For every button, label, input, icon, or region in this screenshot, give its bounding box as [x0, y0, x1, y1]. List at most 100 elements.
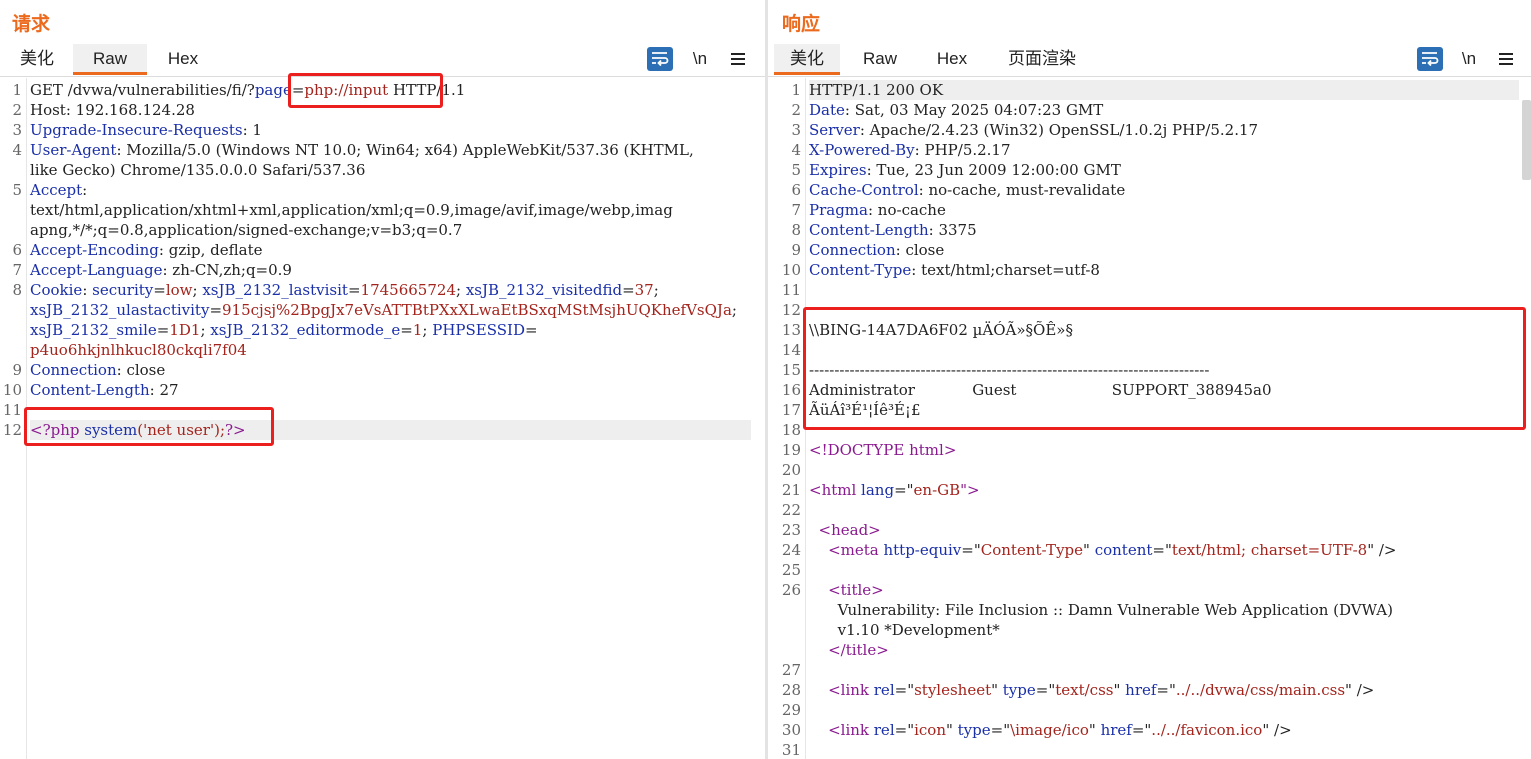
code-token: : 3375 [928, 221, 977, 239]
response-tab-raw[interactable]: Raw [848, 44, 912, 75]
code-token: Date [809, 101, 845, 119]
code-token: Server [809, 121, 860, 139]
code-token: \\BING-14A7DA6F02 µÄÓÃ»§ÕÊ»§ [809, 321, 1073, 339]
code-token: Accept [30, 181, 83, 199]
line-number: 4 [791, 141, 801, 159]
request-newline-toggle[interactable]: \n [688, 46, 712, 72]
code-token: Upgrade-Insecure-Requests [30, 121, 243, 139]
code-token: = [400, 321, 413, 339]
request-wrap-toggle[interactable] [647, 47, 673, 71]
code-line: X-Powered-By: PHP/5.2.17 [809, 140, 1519, 160]
code-token: Administrator Guest SUPPORT_388945a0 [809, 381, 1272, 399]
request-menu-icon[interactable] [729, 46, 747, 72]
code-token: Connection [30, 361, 117, 379]
code-token: 915cjsj%2BpgJx7eVsATTBtPXxXLwaEtBSxqMStM… [222, 301, 732, 319]
code-line: User-Agent: Mozilla/5.0 (Windows NT 10.0… [30, 140, 751, 160]
word-wrap-icon [652, 52, 669, 67]
code-token: Content-Type [980, 541, 1084, 559]
line-number: 22 [781, 501, 801, 519]
line-number: 12 [781, 301, 801, 319]
request-tab-hex[interactable]: Hex [152, 44, 214, 75]
code-line: Connection: close [809, 240, 1519, 260]
response-newline-toggle[interactable]: \n [1457, 46, 1481, 72]
code-token: " /> [1345, 681, 1375, 699]
code-token: =" [1131, 721, 1152, 739]
code-token: =" [894, 721, 915, 739]
code-token: =" [894, 481, 914, 499]
line-number: 23 [781, 521, 801, 539]
code-token: " /> [1262, 721, 1292, 739]
code-line: <html lang="en-GB"> [809, 480, 1519, 500]
response-tab-hex[interactable]: Hex [921, 44, 983, 75]
code-token: =" [1035, 681, 1056, 699]
response-tabbar: 美化 Raw Hex 页面渲染 \n [768, 44, 1531, 77]
code-token: " [991, 681, 1003, 699]
code-token: low [165, 281, 193, 299]
line-number: 7 [791, 201, 801, 219]
code-token: type [957, 721, 991, 739]
request-tabbar: 美化 Raw Hex \n [0, 44, 765, 77]
code-line: Date: Sat, 03 May 2025 04:07:23 GMT [809, 100, 1519, 120]
line-number: 1 [791, 81, 801, 99]
code-token: text/html,application/xhtml+xml,applicat… [30, 201, 673, 219]
code-line: v1.10 *Development* [809, 620, 1519, 640]
code-token: X-Powered-By [809, 141, 915, 159]
code-token: ; [200, 321, 211, 339]
response-tab-pretty[interactable]: 美化 [774, 44, 840, 75]
code-token: <link [809, 721, 874, 739]
code-token: = [153, 281, 166, 299]
code-token: = [156, 321, 170, 339]
code-token: \image/ico [1010, 721, 1089, 739]
code-line: Content-Length: 27 [30, 380, 751, 400]
response-scrollbar-thumb[interactable] [1522, 100, 1531, 180]
response-wrap-toggle[interactable] [1417, 47, 1443, 71]
code-token: <?php [30, 421, 85, 439]
response-menu-icon[interactable] [1497, 46, 1515, 72]
line-number: 7 [12, 261, 22, 279]
response-editor[interactable]: 1 HTTP/1.1 200 OK 2 Date: Sat, 03 May 2025 … [768, 78, 1531, 759]
code-line: Cache-Control: no-cache, must-revalidate [809, 180, 1519, 200]
response-tab-render[interactable]: 页面渲染 [994, 44, 1090, 75]
code-line: Pragma: no-cache [809, 200, 1519, 220]
code-line: Accept-Encoding: gzip, deflate [30, 240, 751, 260]
code-token: <!DOCTYPE html> [809, 441, 957, 459]
code-line: <title> [809, 580, 1519, 600]
code-token: href [1125, 681, 1157, 699]
request-tab-raw[interactable]: Raw [73, 44, 147, 75]
code-token: xsJB_2132_visitedfid [465, 281, 623, 299]
request-tab-pretty[interactable]: 美化 [6, 44, 68, 75]
code-token: = [524, 321, 538, 339]
code-token: : 27 [149, 381, 179, 399]
line-number: 31 [781, 741, 801, 759]
code-token: Vulnerability: File Inclusion :: Damn Vu… [809, 601, 1393, 619]
request-editor[interactable]: 1 GET /dvwa/vulnerabilities/fi/?page=php:… [0, 78, 765, 759]
code-token: " [1113, 681, 1126, 699]
code-line: Expires: Tue, 23 Jun 2009 12:00:00 GMT [809, 160, 1519, 180]
line-number: 9 [791, 241, 801, 259]
code-token: : [82, 181, 88, 199]
code-token: HTTP/1.1 [388, 81, 466, 99]
code-token: <head> [809, 521, 881, 539]
line-number: 8 [791, 221, 801, 239]
code-token: : no-cache, must-revalidate [918, 181, 1126, 199]
code-line: \\BING-14A7DA6F02 µÄÓÃ»§ÕÊ»§ [809, 320, 1519, 340]
code-token: 1D1 [169, 321, 201, 339]
code-token: : [82, 281, 93, 299]
line-number: 21 [781, 481, 801, 499]
code-line: Server: Apache/2.4.23 (Win32) OpenSSL/1.… [809, 120, 1519, 140]
code-line: <!DOCTYPE html> [809, 440, 1519, 460]
code-line: ----------------------------------------… [809, 360, 1519, 380]
code-token: =" [894, 681, 915, 699]
code-token: <title> [809, 581, 884, 599]
code-token: 1 [412, 321, 423, 339]
code-token: Connection [809, 241, 896, 259]
code-token: = [291, 81, 305, 99]
code-token: : zh-CN,zh;q=0.9 [162, 261, 292, 279]
line-number: 13 [781, 321, 801, 339]
